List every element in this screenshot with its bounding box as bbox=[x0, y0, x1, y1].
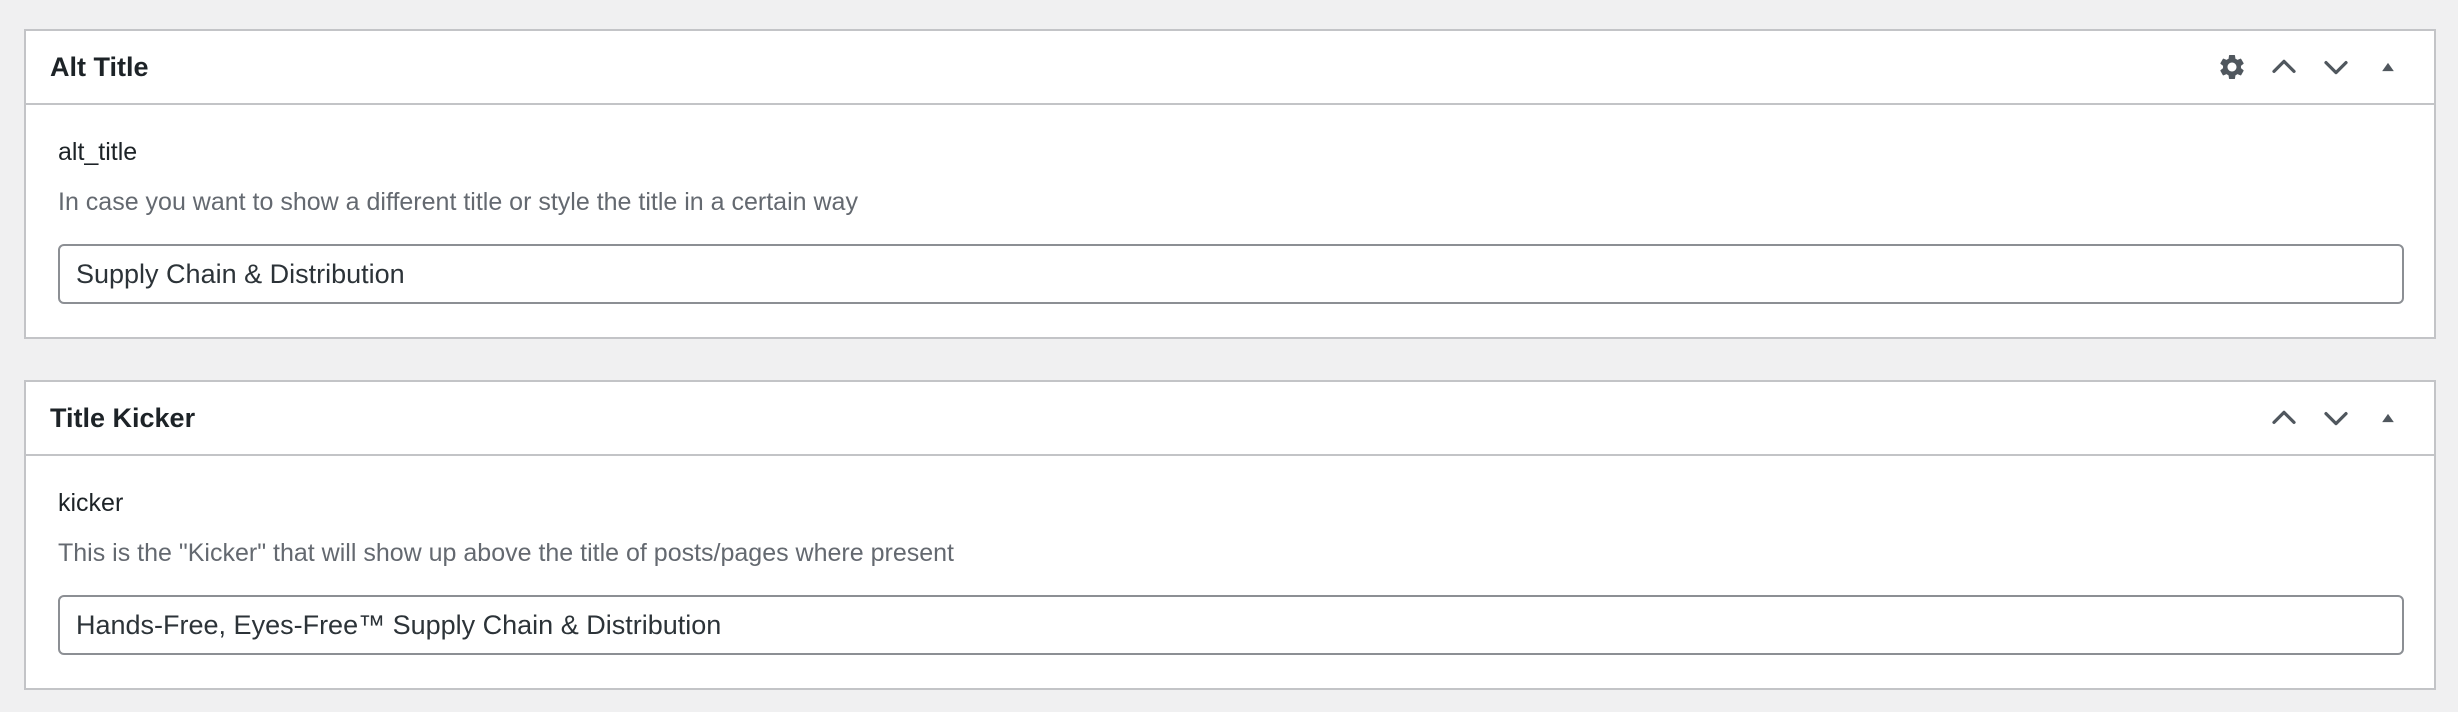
chevron-down-icon bbox=[2324, 61, 2348, 75]
metabox-title: Title Kicker bbox=[50, 402, 196, 433]
move-up-button[interactable] bbox=[2258, 31, 2310, 103]
chevron-up-icon bbox=[2272, 59, 2296, 73]
chevron-down-icon bbox=[2324, 412, 2348, 426]
title-kicker-metabox: Title Kicker kicker This is the "Kicker"… bbox=[24, 380, 2436, 690]
toggle-panel-button[interactable] bbox=[2362, 31, 2414, 103]
triangle-up-icon bbox=[2382, 62, 2394, 72]
triangle-up-icon bbox=[2382, 413, 2394, 423]
chevron-up-icon bbox=[2272, 410, 2296, 424]
move-down-button[interactable] bbox=[2310, 31, 2362, 103]
settings-button[interactable] bbox=[2206, 31, 2258, 103]
alt-title-field-label: alt_title bbox=[58, 138, 138, 166]
metabox-title: Alt Title bbox=[50, 51, 149, 82]
handle-actions bbox=[2258, 382, 2434, 454]
move-up-button[interactable] bbox=[2258, 382, 2310, 454]
alt-title-field-description: In case you want to show a different tit… bbox=[58, 188, 858, 216]
toggle-panel-button[interactable] bbox=[2362, 382, 2414, 454]
kicker-input[interactable] bbox=[58, 595, 2404, 655]
alt-title-metabox: Alt Title alt_title In case you want to … bbox=[24, 29, 2436, 339]
alt-title-input[interactable] bbox=[58, 244, 2404, 304]
title-kicker-metabox-header: Title Kicker bbox=[26, 382, 2434, 456]
handle-actions bbox=[2206, 31, 2434, 103]
move-down-button[interactable] bbox=[2310, 382, 2362, 454]
alt-title-metabox-header: Alt Title bbox=[26, 31, 2434, 105]
kicker-field-label: kicker bbox=[58, 489, 124, 517]
kicker-field-description: This is the "Kicker" that will show up a… bbox=[58, 539, 954, 567]
gear-icon bbox=[2220, 54, 2244, 79]
